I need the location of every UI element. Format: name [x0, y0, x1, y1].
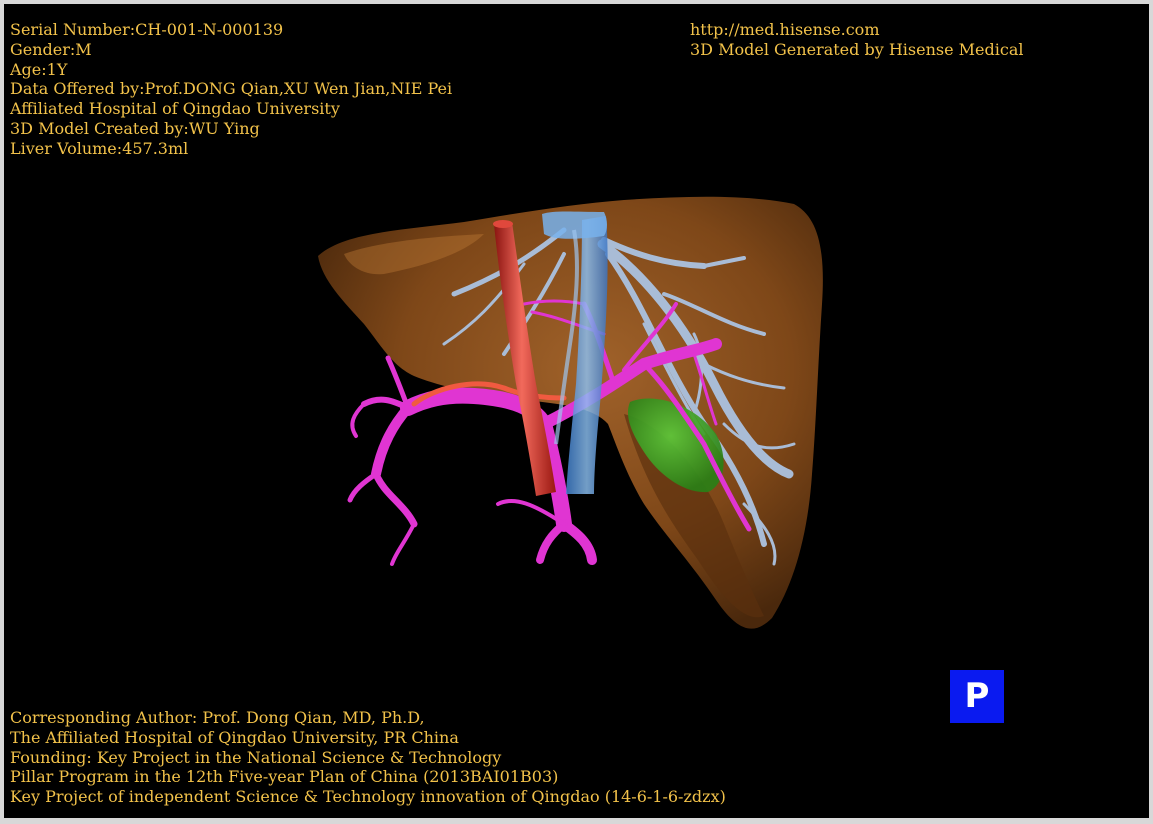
gender: Gender:M	[10, 39, 92, 59]
model-viewport[interactable]: Serial Number:CH-001-N-000139 Gender:M A…	[4, 4, 1149, 818]
website-url: http://med.hisense.com	[690, 20, 880, 39]
generator-credit: 3D Model Generated by Hisense Medical	[690, 39, 1024, 59]
patient-info: Serial Number:CH-001-N-000139 Gender:M A…	[10, 20, 452, 159]
liver-volume: Liver Volume:457.3ml	[10, 138, 189, 158]
data-offered-by: Data Offered by:Prof.DONG Qian,XU Wen Ji…	[10, 79, 453, 99]
hospital: Affiliated Hospital of Qingdao Universit…	[10, 99, 340, 119]
serial-number: Serial Number:CH-001-N-000139	[10, 20, 284, 39]
credits-line-3: Founding: Key Project in the National Sc…	[10, 747, 502, 767]
generator-info: http://med.hisense.com 3D Model Generate…	[690, 20, 1023, 60]
credits-line-4: Pillar Program in the 12th Five-year Pla…	[10, 767, 559, 787]
credits-line-1: Corresponding Author: Prof. Dong Qian, M…	[10, 708, 425, 727]
credits-line-2: The Affiliated Hospital of Qingdao Unive…	[10, 727, 459, 747]
aorta-top	[493, 220, 513, 228]
credits-line-5: Key Project of independent Science & Tec…	[10, 787, 726, 807]
model-created-by: 3D Model Created by:WU Ying	[10, 118, 260, 138]
credits: Corresponding Author: Prof. Dong Qian, M…	[10, 708, 726, 807]
age: Age:1Y	[10, 59, 68, 79]
view-orientation-badge[interactable]: P	[950, 670, 1004, 723]
